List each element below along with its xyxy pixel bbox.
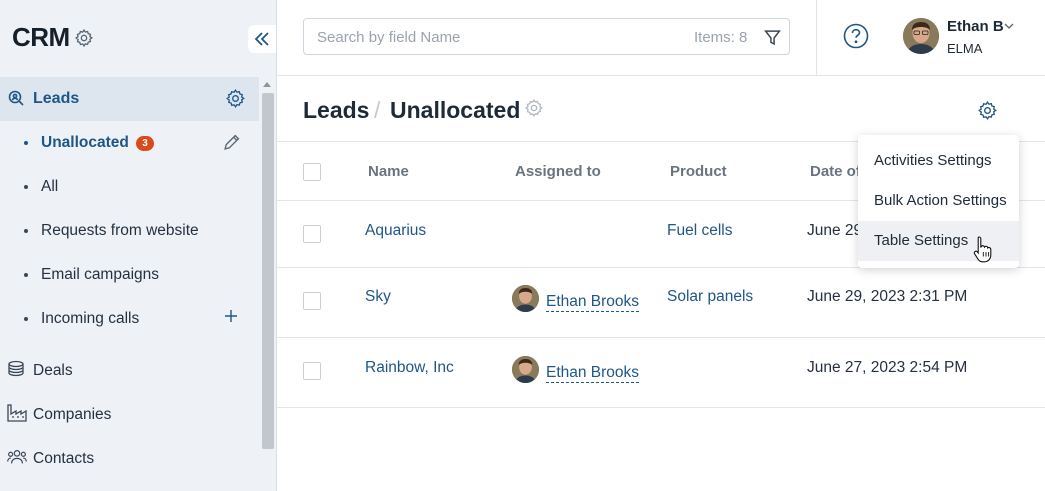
sidebar-item-label: Contacts [33,450,95,467]
menu-item-bulk-action-settings[interactable]: Bulk Action Settings [858,181,1019,221]
breadcrumb-separator: / [374,97,381,123]
date-value: June 27, 2023 2:54 PM [807,359,968,376]
sidebar-item-requests-from-website[interactable]: Requests from website [0,209,259,253]
sidebar: CRM Leads Unallocated 3 All Requests fro… [0,0,277,491]
breadcrumb-parent[interactable]: Leads [303,97,369,124]
table-row[interactable]: Sky Ethan Brooks Solar panels June 29, 2… [277,268,1045,338]
lead-name-link[interactable]: Rainbow, Inc [365,359,454,377]
gear-icon[interactable] [74,28,94,48]
assigned-user-link[interactable]: Ethan Brooks [546,363,640,383]
assigned-user-link[interactable]: Ethan Brooks [546,292,640,312]
search-input[interactable]: Search by field Name Items: 8 [303,18,790,55]
row-checkbox[interactable] [303,362,321,380]
sidebar-item-deals[interactable]: Deals [0,349,259,393]
page-header: Leads / Unallocated [277,76,1045,142]
date-value: June 29, 2023 2:31 PM [807,288,968,305]
lead-name-link[interactable]: Sky [365,288,391,306]
sidebar-section-leads[interactable]: Leads [0,77,259,121]
app-title: CRM [12,22,70,52]
divider [816,0,817,76]
settings-menu: Activities Settings Bulk Action Settings… [858,135,1019,268]
sidebar-item-label: Incoming calls [41,310,140,327]
avatar[interactable] [903,18,939,54]
bullet [24,273,28,277]
search-person-icon [8,90,24,106]
help-icon[interactable] [843,23,869,49]
search-placeholder: Search by field Name [317,29,461,46]
collapse-sidebar-button[interactable] [248,25,276,53]
menu-item-label: Bulk Action Settings [874,192,1007,209]
row-checkbox[interactable] [303,292,321,310]
sidebar-item-label: Companies [33,406,112,423]
menu-item-activities-settings[interactable]: Activities Settings [858,141,1019,181]
sidebar-item-label: Requests from website [41,222,199,239]
bullet [24,185,28,189]
sidebar-item-unallocated[interactable]: Unallocated 3 [0,121,259,165]
top-bar: Search by field Name Items: 8 Ethan B EL… [277,0,1045,76]
scroll-thumb[interactable] [262,93,274,449]
settings-gear-icon[interactable] [977,100,998,121]
hand-pointer-icon [973,236,992,263]
column-header-name[interactable]: Name [368,163,409,180]
bullet [24,317,28,321]
product-link[interactable]: Fuel cells [667,222,732,240]
avatar [512,285,539,312]
user-org: ELMA [947,41,983,56]
bullet [24,229,28,233]
sidebar-item-label: All [41,178,59,195]
factory-icon [7,404,27,422]
page-title: Unallocated [390,97,521,123]
date-value: June 29 [807,222,863,239]
column-header-assigned-to[interactable]: Assigned to [515,163,601,180]
column-header-date[interactable]: Date of [810,163,861,180]
avatar [512,356,539,383]
people-icon [7,450,27,464]
sidebar-item-contacts[interactable]: Contacts [0,437,259,481]
scroll-up-arrow-icon[interactable] [263,82,271,87]
menu-item-label: Activities Settings [874,152,992,169]
menu-item-table-settings[interactable]: Table Settings [858,221,1019,261]
filter-icon[interactable] [764,29,781,46]
sidebar-item-all[interactable]: All [0,165,259,209]
gear-icon[interactable] [225,88,246,109]
lead-name-link[interactable]: Aquarius [365,222,426,240]
gear-icon[interactable] [524,98,544,118]
items-count: Items: 8 [694,29,748,46]
bullet [24,141,28,145]
chevron-down-icon[interactable] [1004,22,1014,30]
coins-icon [8,360,24,377]
sidebar-scrollbar[interactable] [260,77,276,491]
sidebar-item-label: Deals [33,362,73,379]
double-chevron-left-icon [254,32,269,46]
count-badge: 3 [136,136,154,151]
sidebar-item-incoming-calls[interactable]: Incoming calls [0,297,259,341]
menu-item-label: Table Settings [874,232,969,249]
table-row[interactable]: Rainbow, Inc Ethan Brooks June 27, 2023 … [277,338,1045,408]
sidebar-section-label: Leads [33,90,80,107]
column-header-product[interactable]: Product [670,163,727,180]
sidebar-nav: Leads Unallocated 3 All Requests from we… [0,77,259,481]
sidebar-item-label: Unallocated [41,134,129,151]
pencil-icon[interactable] [223,134,240,151]
row-checkbox[interactable] [303,225,321,243]
sidebar-item-label: Email campaigns [41,266,160,283]
sidebar-item-companies[interactable]: Companies [0,393,259,437]
user-name[interactable]: Ethan B [947,18,1004,35]
select-all-checkbox[interactable] [303,163,321,181]
product-link[interactable]: Solar panels [667,288,753,306]
plus-icon[interactable] [224,309,238,323]
sidebar-item-email-campaigns[interactable]: Email campaigns [0,253,259,297]
